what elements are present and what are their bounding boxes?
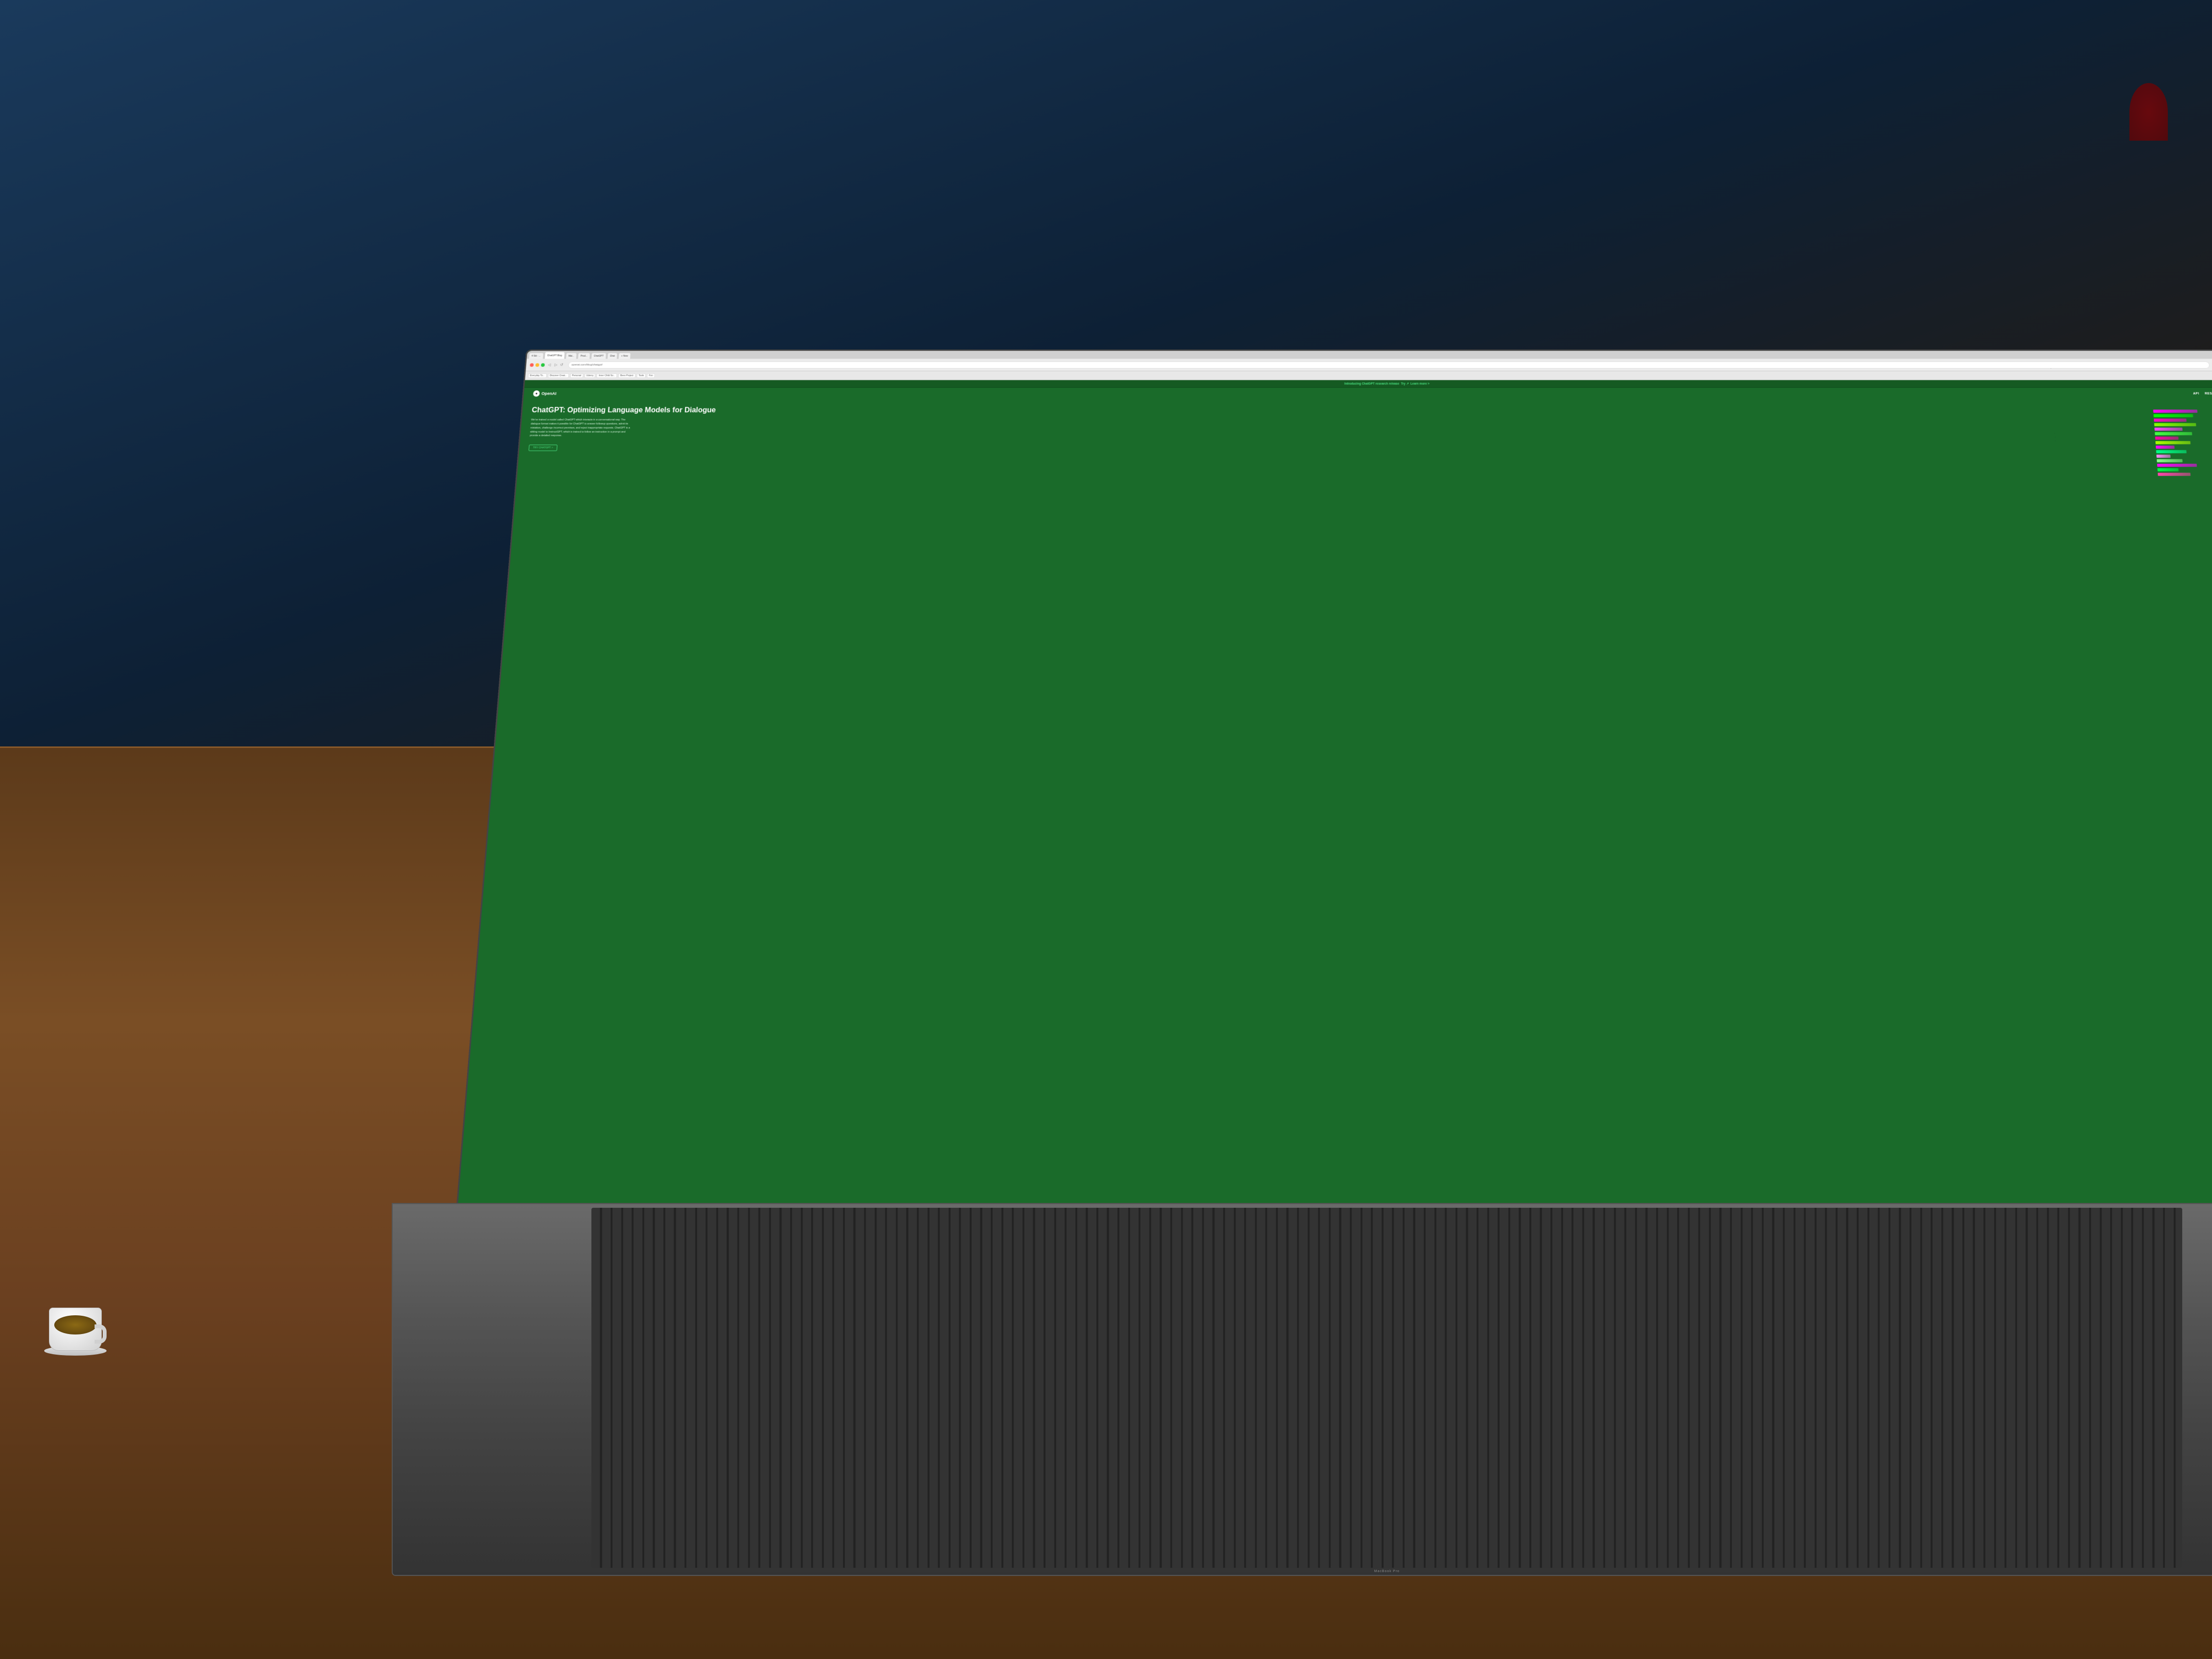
banner-learn[interactable]: Learn more > — [1410, 383, 1430, 386]
chart-bar — [2153, 410, 2197, 413]
chart-bar-row — [2157, 464, 2212, 467]
chart-bar — [2155, 441, 2190, 445]
chat-tab-label-1: ChatGPT — [594, 355, 603, 358]
openai-logo: ✦ OpenAI — [533, 390, 556, 397]
chart-bar — [2155, 445, 2174, 449]
macbook: 4 Siti - ... ChatGPT Blog Mai... Prod...… — [332, 332, 2212, 1576]
chart-bar — [2154, 428, 2183, 431]
chart-bar-row — [2155, 437, 2212, 440]
chart-bar-row — [2156, 450, 2212, 454]
hero-title: ChatGPT: Optimizing Language Models for … — [531, 406, 2145, 415]
chart-bar-row — [2156, 455, 2212, 458]
macbook-body: MacBook Pro — [392, 1203, 2212, 1576]
chart-bar-row — [2156, 459, 2212, 463]
hero-description: We've trained a model called ChatGPT whi… — [529, 418, 633, 438]
coffee-cup — [44, 1303, 107, 1360]
chart-bar-row — [2157, 473, 2212, 476]
cup-liquid — [54, 1315, 96, 1334]
nav-research[interactable]: RESEARCH — [2205, 392, 2212, 396]
macbook-keyboard — [591, 1208, 2183, 1568]
browser-tab-6[interactable]: Chat — [607, 353, 618, 359]
bookmark-5[interactable]: Inner Child So... — [597, 373, 617, 378]
browser-tabs: 4 Siti - ... ChatGPT Blog Mai... Prod...… — [527, 351, 2212, 359]
chat-tab-label-2: Chat — [610, 355, 615, 358]
banner-text: Introducing ChatGPT research release — [1345, 383, 1399, 386]
cup-handle — [95, 1324, 107, 1344]
bookmark-2[interactable]: Discover Creat... — [548, 373, 569, 378]
browser-tab-3[interactable]: Mai... — [565, 353, 577, 359]
bookmarks-bar: Everyday To... Discover Creat... Persona… — [525, 372, 2212, 381]
browser-tab-4[interactable]: Prod... — [577, 353, 590, 359]
bookmark-6[interactable]: Beex Project — [618, 373, 636, 378]
chart-bar-row — [2153, 419, 2212, 422]
chart-bar — [2157, 473, 2190, 476]
chart-bar-row — [2155, 441, 2212, 445]
chart-bar — [2156, 455, 2171, 458]
site-banner: Introducing ChatGPT research release Try… — [524, 380, 2212, 388]
close-button[interactable] — [530, 363, 534, 366]
site-nav: ✦ OpenAI API RESEARCH BLOG — [523, 388, 2212, 399]
openai-logo-text: OpenAI — [541, 391, 557, 396]
bookmark-fon[interactable]: Fon — [647, 373, 655, 378]
browser-tab-5[interactable]: ChatGPT — [591, 353, 607, 359]
bookmark-4[interactable]: Udemy — [584, 373, 596, 378]
background-chair — [2129, 83, 2168, 141]
browser-tab-new[interactable]: + New — [618, 353, 631, 359]
hero-text-area: ChatGPT: Optimizing Language Models for … — [526, 406, 2150, 480]
website-content: Introducing ChatGPT research release Try… — [455, 380, 2212, 1245]
chart-bar-row — [2155, 445, 2212, 449]
bookmark-1[interactable]: Everyday To... — [528, 373, 547, 378]
chart-bar-row — [2157, 469, 2212, 472]
browser-tab-1[interactable]: 4 Siti - ... — [529, 353, 544, 359]
try-chatgpt-button[interactable]: TRY CHATGPT > — [529, 445, 557, 451]
site-hero: ChatGPT: Optimizing Language Models for … — [517, 399, 2212, 486]
url-text: openai.com/blog/chatgpt/ — [571, 363, 602, 366]
chart-bar — [2154, 432, 2192, 435]
chart-bar — [2157, 464, 2197, 467]
chart-bar — [2156, 459, 2182, 463]
chart-bar — [2153, 414, 2193, 418]
site-nav-links: API RESEARCH BLOG — [2193, 392, 2212, 396]
openai-logo-icon: ✦ — [533, 390, 540, 397]
chart-bar — [2154, 423, 2196, 427]
minimize-button[interactable] — [535, 363, 539, 366]
url-bar[interactable]: openai.com/blog/chatgpt/ — [568, 361, 2210, 369]
chart-bar-row — [2154, 423, 2212, 427]
chart-bar — [2157, 469, 2178, 472]
chart-bar-row — [2153, 410, 2212, 413]
macbook-screen: 4 Siti - ... ChatGPT Blog Mai... Prod...… — [455, 351, 2212, 1245]
chart-bar-row — [2154, 428, 2212, 431]
macbook-label: MacBook Pro — [1374, 1570, 1400, 1573]
bookmark-7[interactable]: Tools — [637, 373, 646, 378]
maximize-button[interactable] — [541, 363, 545, 366]
bookmark-3[interactable]: Personal — [570, 373, 583, 378]
chart-bar — [2155, 437, 2178, 440]
nav-api[interactable]: API — [2193, 392, 2199, 396]
chart-bar-row — [2153, 414, 2212, 418]
chart-area — [2149, 406, 2212, 480]
chart-bar — [2156, 450, 2187, 454]
macbook-screen-container: 4 Siti - ... ChatGPT Blog Mai... Prod...… — [453, 349, 2212, 1246]
chart-bar-row — [2154, 432, 2212, 435]
browser-tab-active[interactable]: ChatGPT Blog — [544, 352, 565, 359]
cup-body — [49, 1308, 102, 1351]
browser-bar: ◁ ▷ ↺ openai.com/blog/chatgpt/ 325 160 +… — [526, 359, 2212, 372]
banner-cta[interactable]: Try ↗ — [1401, 383, 1408, 386]
chart-bar — [2153, 419, 2186, 422]
